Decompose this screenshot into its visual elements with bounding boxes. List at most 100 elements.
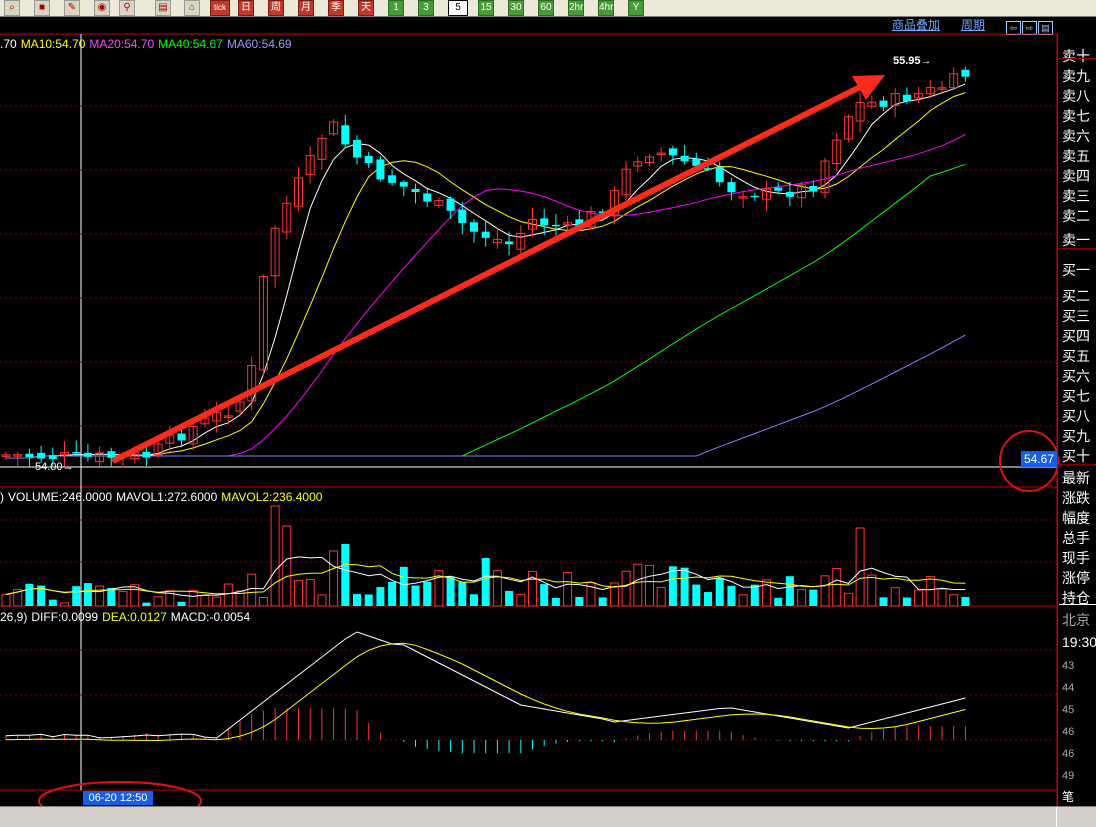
candle-body bbox=[715, 167, 724, 183]
volume-bar bbox=[832, 568, 842, 607]
ma-lines bbox=[6, 83, 966, 459]
candle-body bbox=[364, 156, 373, 164]
ma10-value: MA10:54.70 bbox=[20, 37, 86, 51]
tick-5: 49 bbox=[1062, 770, 1075, 782]
candle-body bbox=[879, 100, 888, 107]
city-label: 北京 bbox=[1062, 612, 1090, 628]
volume-bar bbox=[820, 575, 830, 607]
volume-bar bbox=[353, 594, 361, 606]
candle-body bbox=[540, 218, 549, 226]
high-label: 55.95→ bbox=[893, 55, 932, 67]
candle-body bbox=[446, 198, 455, 211]
volume-bar bbox=[1, 593, 11, 607]
volume-bar bbox=[305, 579, 315, 607]
volume-bar bbox=[177, 601, 186, 606]
ma5-line bbox=[6, 83, 966, 459]
volume-bar bbox=[715, 577, 724, 606]
candle-body bbox=[727, 182, 736, 193]
volume-bar bbox=[797, 589, 807, 607]
candle-body bbox=[505, 241, 514, 245]
macd-prefix: 26,9) bbox=[0, 610, 28, 624]
volume-bar bbox=[282, 525, 292, 607]
candle-body bbox=[809, 186, 818, 192]
candle-body bbox=[72, 452, 81, 454]
mavol1-value: MAVOL1:272.6000 bbox=[116, 490, 218, 504]
tick-3: 46 bbox=[1062, 726, 1075, 738]
volume-bar bbox=[142, 602, 151, 606]
volume-bar bbox=[843, 592, 853, 607]
candles bbox=[1, 66, 970, 468]
volume-bar bbox=[656, 586, 666, 607]
candle-body bbox=[458, 209, 467, 224]
info-0: 最新 bbox=[1062, 470, 1090, 486]
info-2: 幅度 bbox=[1062, 510, 1090, 526]
volume-bar bbox=[294, 580, 303, 607]
volume-bar bbox=[692, 584, 701, 606]
macd-value: MACD:-0.0054 bbox=[170, 610, 251, 624]
candle-body bbox=[411, 189, 420, 193]
low-label: 54.00→ bbox=[35, 461, 74, 473]
volume-bar bbox=[411, 585, 420, 606]
candle-body bbox=[481, 231, 490, 238]
volume-bar bbox=[949, 594, 959, 607]
volume-bar bbox=[423, 581, 432, 606]
volume-bar bbox=[470, 594, 478, 606]
tick-0: 43 bbox=[1062, 660, 1075, 672]
buy-level-8: 买八 bbox=[1062, 408, 1090, 424]
candle-body bbox=[668, 148, 677, 156]
candle-body bbox=[423, 193, 432, 202]
volume-bar bbox=[212, 596, 222, 607]
sell-level-1: 卖一 bbox=[1062, 232, 1090, 248]
volume-bar bbox=[914, 589, 924, 607]
buy-level-2: 买二 bbox=[1062, 288, 1090, 304]
main-legend: .70 MA10:54.70 MA20:54.70 MA40:54.67 MA60:54… bbox=[0, 37, 296, 51]
volume-bar bbox=[937, 588, 947, 607]
candle-body bbox=[961, 69, 970, 77]
info-1: 涨跌 bbox=[1062, 490, 1090, 506]
ma5-value: .70 bbox=[0, 37, 17, 51]
candle-body bbox=[399, 182, 408, 187]
volume-bar bbox=[247, 573, 257, 607]
volume-bar bbox=[774, 597, 783, 606]
candle-body bbox=[48, 455, 57, 460]
volume-value: VOLUME:246.0000 bbox=[8, 490, 113, 504]
kline-chart[interactable] bbox=[0, 0, 1096, 806]
volume-bar bbox=[750, 584, 759, 606]
volume-bar bbox=[867, 574, 877, 607]
volume-bar bbox=[540, 584, 549, 606]
candle-body bbox=[353, 140, 361, 158]
volume-bar bbox=[188, 589, 198, 607]
volume-bar bbox=[270, 505, 280, 607]
volume-bar bbox=[961, 596, 970, 606]
sell-level-4: 卖四 bbox=[1062, 168, 1090, 184]
trend-arrow bbox=[112, 75, 885, 463]
ma60-value: MA60:54.69 bbox=[226, 37, 292, 51]
volume-bar bbox=[72, 586, 81, 606]
buy-level-3: 买三 bbox=[1062, 308, 1090, 324]
volume-bar bbox=[83, 583, 92, 606]
volume-bar bbox=[329, 550, 339, 607]
volume-bar bbox=[704, 592, 712, 606]
candle-body bbox=[551, 224, 560, 227]
sell-level-6: 卖六 bbox=[1062, 128, 1090, 144]
volume-bar bbox=[645, 564, 654, 607]
volume-bar bbox=[48, 599, 57, 606]
candle-body bbox=[704, 168, 712, 170]
volume-bar bbox=[107, 587, 116, 606]
volume-bar bbox=[153, 596, 163, 607]
volume-bar bbox=[376, 587, 385, 606]
diff-value: DIFF:0.0099 bbox=[31, 610, 99, 624]
order-book-sidebar: 卖十 卖九 卖八 卖七 卖六 卖五 卖四 卖三 卖二 卖一 买一 买二 买三 买四 买五 买六 买七 买八 买九 买十… bbox=[1057, 34, 1096, 806]
volume-bar bbox=[25, 583, 34, 606]
volume-bar bbox=[738, 594, 748, 607]
volume-bar bbox=[364, 594, 373, 606]
volume-bar bbox=[223, 583, 233, 607]
candle-body bbox=[785, 191, 794, 197]
tick-2: 45 bbox=[1062, 704, 1075, 716]
dea-line bbox=[5, 642, 966, 742]
cursor-date-tag: 06-20 12:50 bbox=[83, 791, 153, 805]
volume-bar bbox=[633, 563, 643, 607]
candle-body bbox=[750, 195, 759, 198]
volume-bar bbox=[95, 585, 105, 607]
time-label: 19:30 bbox=[1062, 634, 1096, 650]
